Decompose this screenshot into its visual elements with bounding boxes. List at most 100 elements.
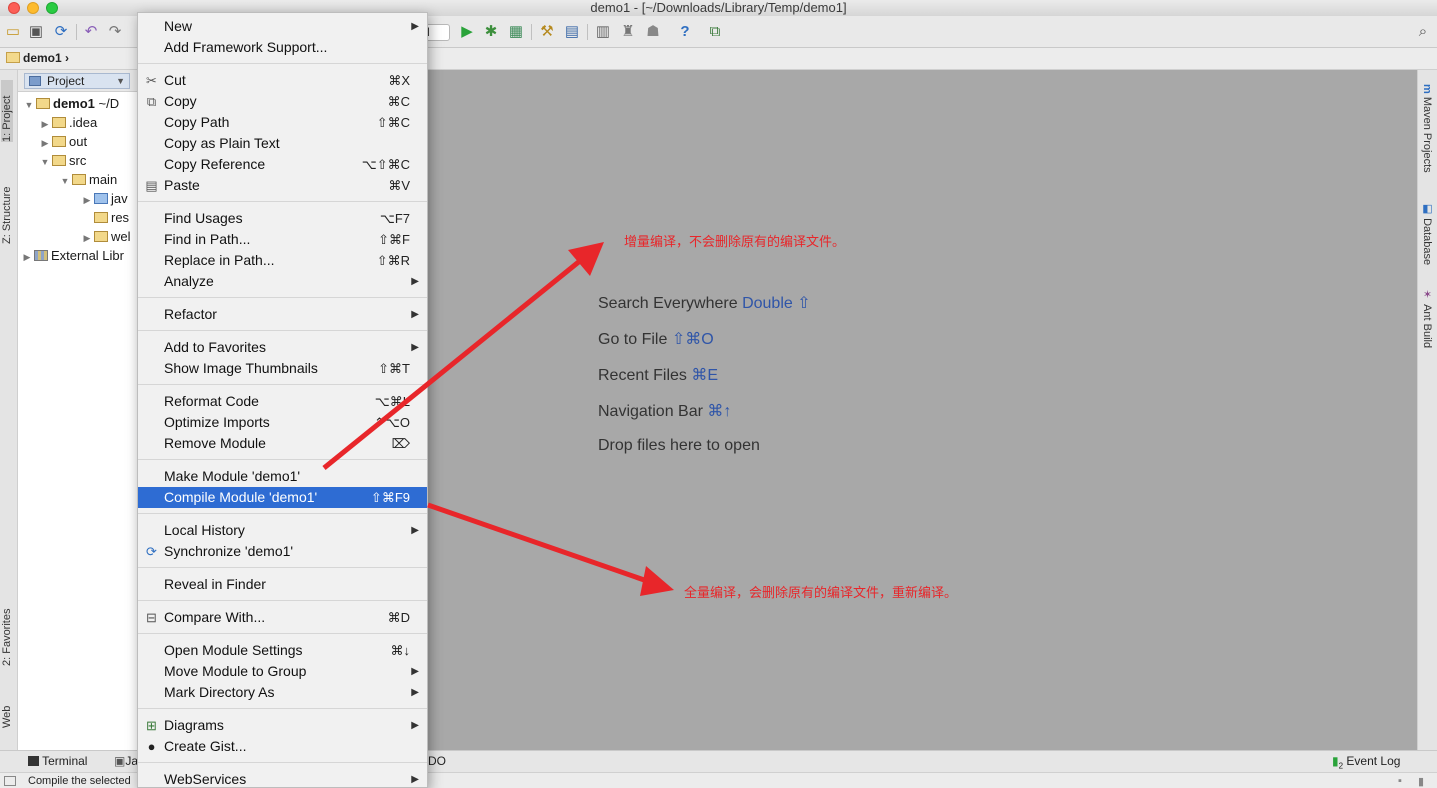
menu-item-copy-path[interactable]: Copy Path ⇧⌘C: [138, 112, 427, 133]
maximize-window-button[interactable]: [46, 2, 58, 14]
tool-windows-icon[interactable]: [4, 776, 16, 786]
menu-item-optimize-imports[interactable]: Optimize Imports ⌃⌥O: [138, 412, 427, 433]
save-icon[interactable]: ▣: [27, 23, 45, 41]
expand-arrow-icon[interactable]: ▼: [22, 96, 36, 115]
tab-project[interactable]: 1: Project: [1, 80, 13, 142]
memory-indicator-icon[interactable]: ▮: [1418, 775, 1424, 788]
tree-item-label: demo1: [53, 96, 95, 111]
menu-item-reformat-code[interactable]: Reformat Code ⌥⌘L: [138, 391, 427, 412]
tree-item-path: ~/D: [98, 96, 120, 111]
sdk-icon[interactable]: ▥: [594, 23, 612, 41]
menu-item-copy-reference[interactable]: Copy Reference ⌥⇧⌘C: [138, 154, 427, 175]
undo-icon[interactable]: ↶: [82, 23, 100, 41]
menu-item-shortcut: ⌘D: [387, 610, 410, 625]
run-icon[interactable]: ▶: [458, 23, 476, 41]
tree-item-main[interactable]: ▼ main: [58, 170, 118, 191]
gradle-icon[interactable]: ♜: [619, 23, 637, 41]
menu-item-show-image-thumbnails[interactable]: Show Image Thumbnails ⇧⌘T: [138, 358, 427, 379]
menu-item-paste[interactable]: ▤ Paste ⌘V: [138, 175, 427, 196]
tree-item-src[interactable]: ▼ src: [38, 151, 87, 172]
hint-drop-files: Drop files here to open: [598, 437, 760, 455]
menu-item-mark-directory-as[interactable]: Mark Directory As ▶: [138, 682, 427, 703]
debug-icon[interactable]: ✱: [482, 23, 500, 41]
menu-item-label: Local History: [164, 522, 245, 538]
tree-item-external-libraries[interactable]: ▶ External Libr: [20, 246, 124, 265]
project-view-select[interactable]: Project ▼: [24, 73, 130, 89]
tree-item-webapp[interactable]: ▶ wel: [80, 227, 131, 246]
source-folder-icon: [94, 193, 108, 204]
menu-item-find-in-path[interactable]: Find in Path... ⇧⌘F: [138, 229, 427, 250]
menu-item-refactor[interactable]: Refactor ▶: [138, 304, 427, 325]
tab-web[interactable]: Web: [1, 698, 13, 728]
submenu-arrow-icon: ▶: [411, 276, 419, 287]
menu-item-replace-in-path[interactable]: Replace in Path... ⇧⌘R: [138, 250, 427, 271]
sync-icon[interactable]: ⟳: [52, 23, 70, 41]
menu-item-compile-module[interactable]: Compile Module 'demo1' ⇧⌘F9: [138, 487, 427, 508]
menu-item-diagrams[interactable]: ⊞ Diagrams ▶: [138, 715, 427, 736]
search-icon[interactable]: ⌕: [1414, 23, 1432, 41]
tab-ant-build[interactable]: ✶ Ant Build: [1421, 288, 1434, 348]
vcs-icon[interactable]: ⧉: [706, 23, 724, 41]
expand-arrow-icon[interactable]: ▼: [38, 153, 52, 172]
lock-icon[interactable]: ▪: [1398, 775, 1402, 787]
menu-item-new[interactable]: New ▶: [138, 16, 427, 37]
project-structure-icon[interactable]: ▤: [563, 23, 581, 41]
folder-open-icon[interactable]: ▭: [4, 23, 22, 41]
menu-item-label: Compile Module 'demo1': [164, 489, 318, 505]
menu-item-find-usages[interactable]: Find Usages ⌥F7: [138, 208, 427, 229]
tab-database[interactable]: ◧ Database: [1421, 202, 1434, 265]
tree-item-label: .idea: [69, 115, 98, 130]
menu-item-remove-module[interactable]: Remove Module ⌦: [138, 433, 427, 454]
tab-label: Ant Build: [1421, 304, 1433, 349]
breadcrumb[interactable]: demo1 ›: [6, 51, 69, 65]
menu-item-label: Make Module 'demo1': [164, 468, 301, 484]
tree-item-java[interactable]: ▶ jav: [80, 189, 128, 208]
expand-arrow-icon[interactable]: ▼: [58, 172, 72, 191]
minimize-window-button[interactable]: [27, 2, 39, 14]
tab-terminal[interactable]: Terminal: [28, 754, 87, 768]
collapse-arrow-icon[interactable]: ▶: [20, 248, 34, 267]
menu-item-cut[interactable]: ✂ Cut ⌘X: [138, 70, 427, 91]
tree-item-label: wel: [111, 229, 131, 244]
menu-item-add-framework-support[interactable]: Add Framework Support...: [138, 37, 427, 58]
module-folder-icon: [6, 52, 20, 63]
help-icon[interactable]: ?: [676, 23, 694, 41]
menu-item-create-gist[interactable]: ● Create Gist...: [138, 736, 427, 757]
menu-item-open-module-settings[interactable]: Open Module Settings ⌘↓: [138, 640, 427, 661]
menu-item-label: Add Framework Support...: [164, 39, 328, 55]
tree-item-demo1[interactable]: ▼ demo1 ~/D: [22, 94, 120, 115]
menu-item-synchronize[interactable]: ⟳ Synchronize 'demo1': [138, 541, 427, 562]
folder-icon: [52, 117, 66, 128]
menu-item-shortcut: ⇧⌘C: [376, 115, 410, 130]
tree-item-idea[interactable]: ▶ .idea: [38, 113, 98, 132]
tree-item-out[interactable]: ▶ out: [38, 132, 88, 151]
tab-todo[interactable]: DO: [428, 754, 446, 768]
menu-item-move-module-to-group[interactable]: Move Module to Group ▶: [138, 661, 427, 682]
tab-structure[interactable]: Z: Structure: [1, 168, 13, 244]
menu-item-shortcut: ⇧⌘F: [378, 232, 410, 247]
menu-item-label: Analyze: [164, 273, 214, 289]
menu-item-copy-as-plain-text[interactable]: Copy as Plain Text: [138, 133, 427, 154]
close-window-button[interactable]: [8, 2, 20, 14]
tab-favorites[interactable]: 2: Favorites: [1, 600, 13, 666]
menu-item-compare-with[interactable]: ⊟ Compare With... ⌘D: [138, 607, 427, 628]
menu-item-copy[interactable]: ⧉ Copy ⌘C: [138, 91, 427, 112]
menu-item-label: Create Gist...: [164, 738, 247, 754]
tab-maven-projects[interactable]: m Maven Projects: [1421, 84, 1433, 173]
tree-item-resources[interactable]: res: [94, 208, 129, 227]
menu-item-add-to-favorites[interactable]: Add to Favorites ▶: [138, 337, 427, 358]
menu-item-make-module[interactable]: Make Module 'demo1': [138, 466, 427, 487]
settings-icon[interactable]: ⚒: [538, 23, 556, 41]
menu-item-shortcut: ⌘X: [388, 73, 410, 88]
menu-item-reveal-in-finder[interactable]: Reveal in Finder: [138, 574, 427, 595]
resources-folder-icon: [94, 212, 108, 223]
menu-item-webservices[interactable]: WebServices ▶: [138, 769, 427, 788]
redo-icon[interactable]: ↷: [106, 23, 124, 41]
menu-item-local-history[interactable]: Local History ▶: [138, 520, 427, 541]
coverage-icon[interactable]: ▦: [507, 23, 525, 41]
collapse-arrow-icon[interactable]: ▶: [80, 191, 94, 210]
tab-java-enterprise[interactable]: ▣Ja: [114, 754, 138, 768]
menu-item-analyze[interactable]: Analyze ▶: [138, 271, 427, 292]
android-icon[interactable]: ☗: [644, 23, 662, 41]
tab-event-log[interactable]: ▮2 Event Log: [1332, 754, 1400, 770]
